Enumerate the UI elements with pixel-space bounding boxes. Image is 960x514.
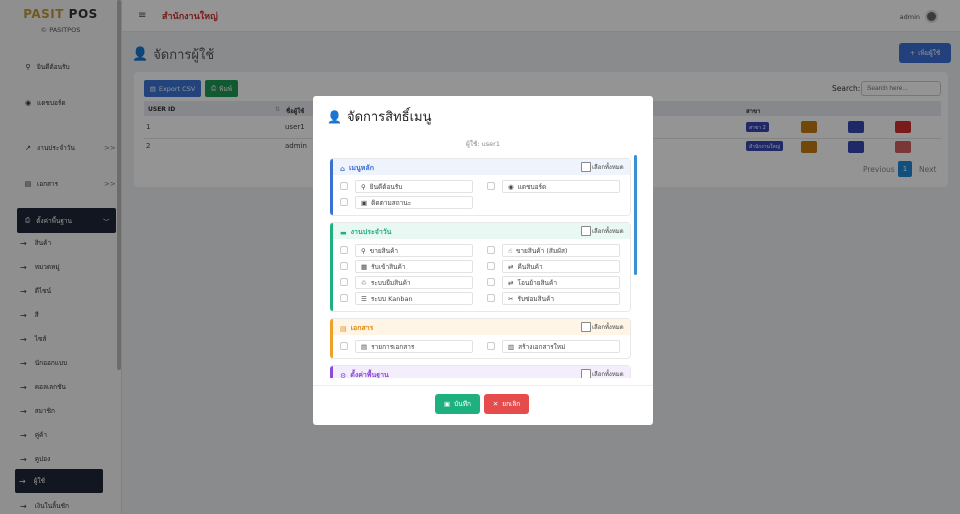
sitemap-icon: ⚲ [361, 182, 366, 191]
section-header: ⚙ ตั้งค่าพื้นฐาน เลือกทั้งหมด [333, 366, 630, 378]
checkbox[interactable] [340, 246, 348, 254]
section-main-menu: ⌂ เมนูหลัก เลือกทั้งหมด ⚲ ยินดีต้อนรับ ◉ แด… [330, 159, 630, 215]
section-header: ▬ งานประจำวัน เลือกทั้งหมด [333, 223, 630, 239]
save-button[interactable]: ▣ บันทึก [435, 394, 480, 414]
tasks-icon: ☰ [361, 294, 367, 303]
save-icon: ▣ [444, 400, 451, 408]
section-daily: ▬ งานประจำวัน เลือกทั้งหมด ⚲ ขายสินค้า ☝ ขา… [330, 223, 630, 311]
checkbox[interactable] [487, 294, 495, 302]
modal-scrollbar[interactable] [634, 155, 637, 275]
modal-footer-divider [313, 385, 653, 386]
checkbox[interactable] [340, 278, 348, 286]
section-settings: ⚙ ตั้งค่าพื้นฐาน เลือกทั้งหมด [330, 366, 630, 378]
checkbox[interactable] [487, 246, 495, 254]
dashboard-icon: ◉ [508, 182, 514, 191]
hand-pointer-icon: ☝ [508, 246, 512, 255]
checkbox[interactable] [487, 278, 495, 286]
checkbox[interactable] [487, 342, 495, 350]
section-documents: ▤ เอกสาร เลือกทั้งหมด ▤ รายการเอกสาร ▥ สร้า… [330, 319, 630, 358]
dolly-icon: ▦ [361, 262, 368, 271]
cancel-button[interactable]: ✕ ยกเลิก [484, 394, 529, 414]
select-all-checkbox[interactable]: เลือกทั้งหมด [581, 322, 624, 332]
checkbox[interactable] [340, 342, 348, 350]
document-icon: ▤ [340, 324, 347, 333]
tools-icon: ✂ [508, 294, 514, 303]
checkbox[interactable] [340, 182, 348, 190]
select-all-checkbox[interactable]: เลือกทั้งหมด [581, 369, 624, 378]
exchange-icon: ⇄ [508, 262, 514, 271]
checkbox[interactable] [340, 294, 348, 302]
people-carry-icon: ♲ [361, 278, 367, 287]
select-all-checkbox[interactable]: เลือกทั้งหมด [581, 226, 624, 236]
user-shield-icon: 👤 [327, 109, 342, 124]
file-plus-icon: ▥ [508, 342, 515, 351]
file-icon: ▤ [361, 342, 368, 351]
home-icon: ⌂ [340, 164, 346, 173]
section-header: ⌂ เมนูหลัก เลือกทั้งหมด [333, 159, 630, 175]
sitemap-icon: ⚲ [361, 246, 366, 255]
permissions-list[interactable]: ⌂ เมนูหลัก เลือกทั้งหมด ⚲ ยินดีต้อนรับ ◉ แด… [330, 155, 636, 378]
exchange-icon: ⇄ [508, 278, 514, 287]
gear-icon: ⚙ [340, 371, 347, 379]
truck-icon: ▣ [361, 198, 368, 207]
checkbox[interactable] [340, 262, 348, 270]
checkbox[interactable] [487, 262, 495, 270]
briefcase-icon: ▬ [340, 228, 347, 237]
section-header: ▤ เอกสาร เลือกทั้งหมด [333, 319, 630, 335]
permissions-modal: 👤 จัดการสิทธิ์เมนู ผู้ใช้: user1 ⌂ เมนูหล… [313, 96, 653, 425]
checkbox[interactable] [340, 198, 348, 206]
select-all-checkbox[interactable]: เลือกทั้งหมด [581, 162, 624, 172]
checkbox[interactable] [487, 182, 495, 190]
modal-user-label: ผู้ใช้: user1 [466, 140, 500, 148]
close-icon: ✕ [492, 400, 499, 408]
modal-title: 👤 จัดการสิทธิ์เมนู [327, 109, 432, 126]
